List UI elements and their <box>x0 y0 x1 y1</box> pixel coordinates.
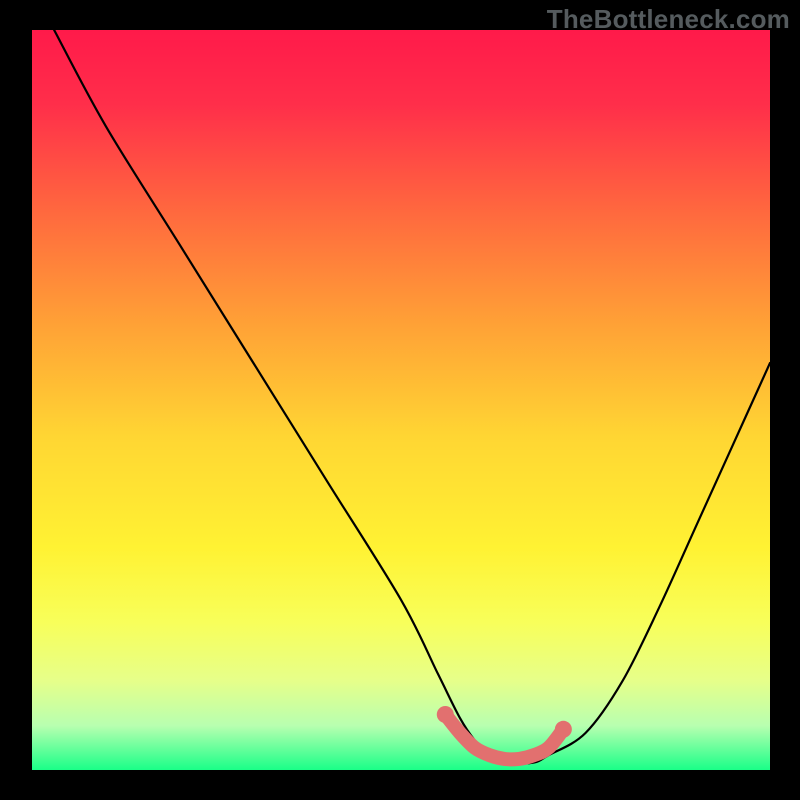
gradient-background <box>32 30 770 770</box>
chart-frame: TheBottleneck.com <box>0 0 800 800</box>
plot-area <box>32 30 770 770</box>
chart-svg <box>32 30 770 770</box>
watermark-text: TheBottleneck.com <box>547 4 790 35</box>
